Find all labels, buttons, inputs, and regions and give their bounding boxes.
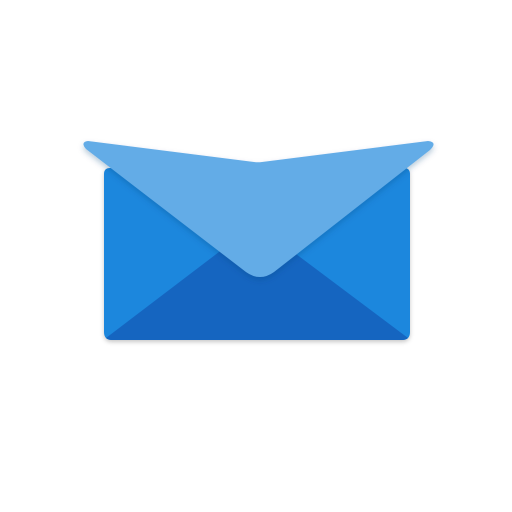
envelope-icon — [83, 141, 434, 340]
app-icon-canvas — [0, 0, 512, 512]
